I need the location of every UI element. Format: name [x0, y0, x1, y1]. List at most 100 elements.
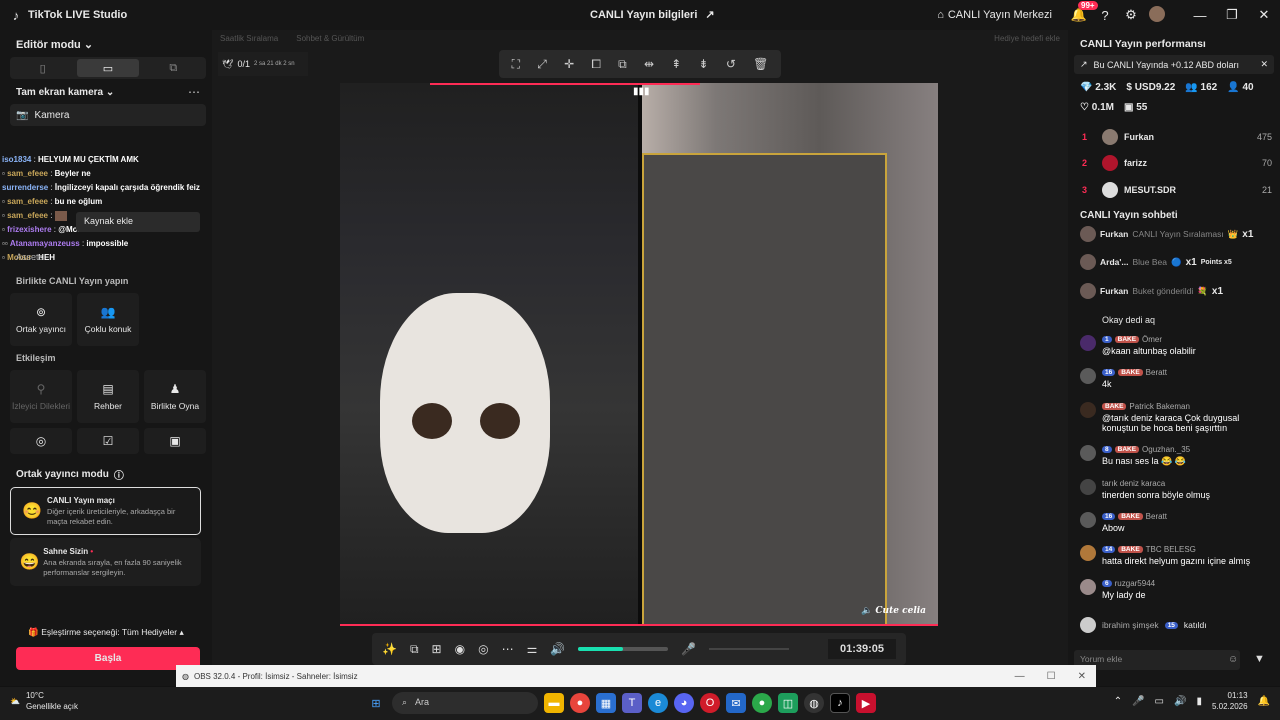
mirror-icon[interactable]: ⇹: [644, 57, 654, 71]
scene-label: Tam ekran kamera: [16, 87, 104, 98]
editor-mode-dropdown[interactable]: Editör modu ⌄: [16, 38, 93, 51]
add-source-icon[interactable]: ⊞: [432, 642, 442, 656]
more-icon[interactable]: ⋯: [502, 642, 514, 656]
close-icon[interactable]: ✕: [1260, 59, 1268, 70]
mic-slider[interactable]: [709, 648, 790, 650]
youtube-icon[interactable]: ▶: [856, 693, 876, 713]
rank-row[interactable]: 1 Furkan 475: [1082, 126, 1272, 148]
rotate-icon[interactable]: ↺: [726, 57, 736, 71]
minimize-button[interactable]: —: [1184, 8, 1216, 23]
wifi-icon[interactable]: ▭: [1155, 696, 1164, 707]
hourly-ranking-tab[interactable]: Saatlik Sıralama: [220, 34, 278, 43]
stage-card[interactable]: 😄 Sahne Sizin • Ana ekranda sırayla, en f…: [10, 538, 201, 586]
notification-center-icon[interactable]: 🔔: [1258, 696, 1270, 707]
cohost-tile[interactable]: ⊚ Ortak yayıncı: [10, 293, 72, 346]
chat-message[interactable]: 16 BAKE Beratt Abow: [1080, 512, 1272, 533]
chat-message[interactable]: 1 BAKE Ömer @kaan altunbaş olabilir: [1080, 335, 1272, 356]
pairing-option[interactable]: 🎁 Eşleştirme seçeneği: Tüm Hediyeler ▴: [0, 627, 212, 638]
microphone-icon[interactable]: 🎤: [1132, 696, 1144, 707]
live-center-button[interactable]: ⌂ CANLI Yayın Merkezi: [937, 9, 1052, 21]
file-explorer-icon[interactable]: ▬: [544, 693, 564, 713]
volume-icon[interactable]: 🔊: [1174, 696, 1186, 707]
more-tile-1[interactable]: ◎: [10, 428, 72, 454]
more-tile-3[interactable]: ▣: [144, 428, 206, 454]
obs-icon[interactable]: ◍: [804, 693, 824, 713]
add-source-tooltip[interactable]: Kaynak ekle: [76, 212, 200, 232]
chat-message[interactable]: 14 BAKE TBC BELESG hatta direkt helyum gazı…: [1080, 545, 1272, 566]
live-together-heading: Birlikte CANLI Yayın yapın: [16, 276, 129, 286]
comment-input[interactable]: Yorum ekle: [1074, 650, 1240, 670]
store-icon[interactable]: ▦: [596, 693, 616, 713]
dual-option[interactable]: ⧉: [143, 59, 204, 77]
filter-icon[interactable]: ▼: [1254, 653, 1265, 665]
camera-source[interactable]: 📷 Kamera: [10, 104, 206, 126]
rank-row[interactable]: 2 farizz 70: [1082, 152, 1272, 174]
magic-wand-icon[interactable]: ✨: [382, 642, 397, 656]
scene-icon[interactable]: ⧉: [410, 642, 419, 657]
multi-guest-tile[interactable]: 👥 Çoklu konuk: [77, 293, 139, 346]
obs-close-button[interactable]: ✕: [1078, 671, 1086, 682]
weather-widget[interactable]: ⛅ 10°C Genellikle açık: [10, 690, 78, 712]
effects-icon[interactable]: ◎: [478, 642, 488, 656]
battery-icon[interactable]: ▮: [1196, 696, 1202, 707]
obs-window-bar[interactable]: ◍ OBS 32.0.4 - Profil: İsimsiz - Sahnele…: [176, 665, 1096, 687]
more-icon[interactable]: ⋯: [188, 85, 200, 99]
more-tile-2[interactable]: ☑: [77, 428, 139, 454]
crop-icon[interactable]: ⧠: [591, 57, 601, 72]
center-icon[interactable]: ✛: [564, 57, 574, 71]
start-button[interactable]: Başla: [16, 647, 200, 670]
notifications-button[interactable]: 🔔 99+: [1066, 1, 1098, 23]
live-match-card[interactable]: 😊 CANLI Yayın maçı Diğer içerik üreticile…: [10, 487, 201, 535]
help-icon[interactable]: ⓘ: [114, 467, 124, 482]
mail-icon[interactable]: ✉: [726, 693, 746, 713]
event-user: Arda'...: [1100, 257, 1129, 267]
chat-message[interactable]: 16 BAKE Beratt 4k: [1080, 368, 1272, 389]
maximize-button[interactable]: ❐: [1216, 7, 1248, 23]
xbox-icon[interactable]: ◫: [778, 693, 798, 713]
mixer-icon[interactable]: ⚌: [527, 642, 538, 656]
teams-icon[interactable]: T: [622, 693, 642, 713]
help-button[interactable]: ?: [1092, 8, 1118, 23]
expand-icon[interactable]: ⤢: [537, 57, 547, 72]
profile-button[interactable]: [1144, 5, 1170, 25]
record-icon[interactable]: ◉: [455, 642, 465, 656]
play-together-tile[interactable]: ♟ Birlikte Oyna: [144, 370, 206, 423]
volume-slider[interactable]: [578, 647, 669, 651]
layer-down-icon[interactable]: ⇟: [699, 57, 709, 71]
chrome-2-icon[interactable]: ●: [752, 693, 772, 713]
gift-goal-button[interactable]: Hediye hedefi ekle: [994, 34, 1060, 43]
taskbar-search[interactable]: ⌕ Ara: [392, 692, 538, 714]
chat-message[interactable]: BAKE Patrick Bakeman @tarık deniz karaca Ç…: [1080, 402, 1272, 433]
speaker-icon[interactable]: 🔊: [550, 642, 565, 656]
obs-maximize-button[interactable]: ☐: [1047, 671, 1056, 682]
close-button[interactable]: ✕: [1248, 7, 1280, 23]
chat-message[interactable]: 8 BAKE Oguzhan._35 Bu nası ses la 😂 😂: [1080, 445, 1272, 467]
rank-row[interactable]: 3 MESUT.SDR 21: [1082, 179, 1272, 201]
scene-dropdown[interactable]: Tam ekran kamera ⌄: [16, 87, 114, 98]
guide-tile[interactable]: ▤ Rehber: [77, 370, 139, 423]
portrait-option[interactable]: ▯: [12, 59, 73, 77]
viewer-wishes-tile[interactable]: ⚲ İzleyici Dilekleri: [10, 370, 72, 423]
chat-message[interactable]: 6 ruzgar5944 My lady de: [1080, 579, 1272, 600]
chevron-up-icon[interactable]: ⌃: [1114, 696, 1122, 707]
discord-icon[interactable]: ◕: [674, 693, 694, 713]
chat-noise-tab[interactable]: Sohbet & Gürültüm: [296, 34, 364, 43]
microphone-icon[interactable]: 🎤: [681, 642, 696, 656]
tiktok-icon[interactable]: ♪: [830, 693, 850, 713]
emoji-icon[interactable]: ☺: [1228, 654, 1238, 665]
video-stage[interactable]: ▮▮▮ 🔈 Cute celia: [340, 83, 938, 626]
edge-icon[interactable]: e: [648, 693, 668, 713]
trash-icon[interactable]: 🗑: [753, 57, 768, 71]
chrome-icon[interactable]: ●: [570, 693, 590, 713]
start-icon[interactable]: ⊞: [366, 693, 386, 713]
obs-minimize-button[interactable]: —: [1015, 671, 1025, 682]
landscape-option[interactable]: ▭: [77, 59, 139, 77]
clock[interactable]: 01:13 5.02.2026: [1212, 690, 1248, 712]
settings-button[interactable]: ⚙: [1118, 7, 1144, 23]
layer-up-icon[interactable]: ⇞: [671, 57, 681, 71]
chat-message[interactable]: tarık deniz karaca tinerden sonra böyle o…: [1080, 479, 1272, 500]
live-info-button[interactable]: CANLI Yayın bilgileri ↗: [590, 8, 715, 22]
copy-icon[interactable]: ⧉: [618, 57, 627, 72]
fit-icon[interactable]: ⛶: [512, 57, 520, 72]
opera-icon[interactable]: O: [700, 693, 720, 713]
